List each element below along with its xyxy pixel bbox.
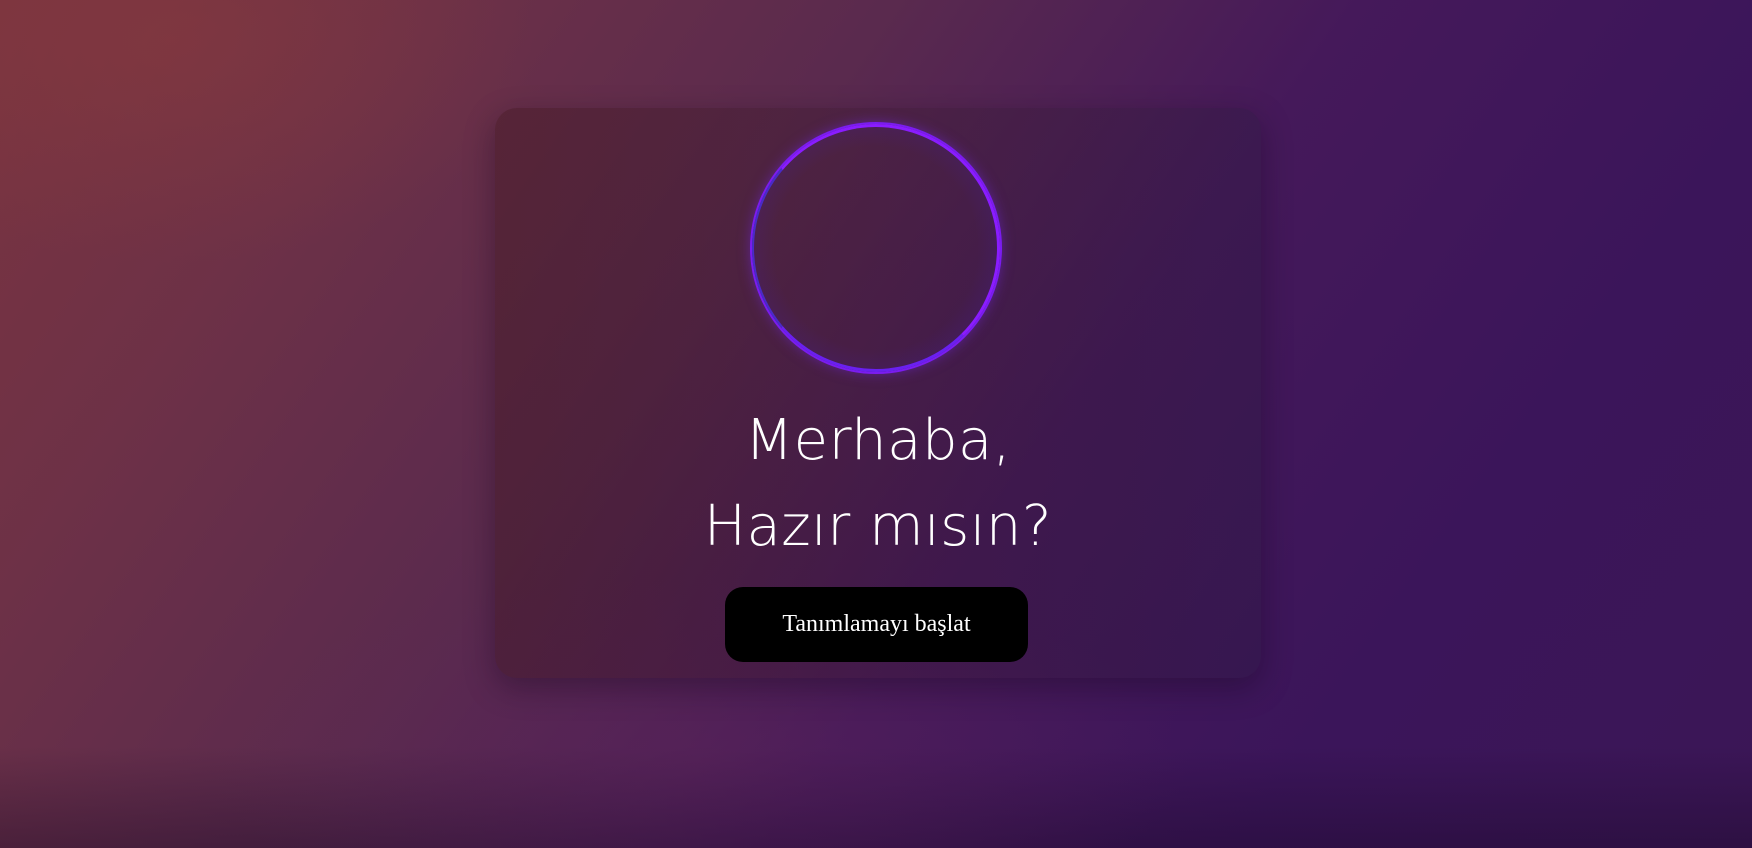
voice-orb-icon [752, 124, 1000, 372]
greeting-line-1: Merhaba, [744, 408, 1012, 473]
start-recognition-button[interactable]: Tanımlamayı başlat [725, 587, 1028, 662]
greeting-text: Merhaba, Hazır mısın? [495, 398, 1261, 570]
greeting-line-2: Hazır mısın? [703, 494, 1053, 559]
